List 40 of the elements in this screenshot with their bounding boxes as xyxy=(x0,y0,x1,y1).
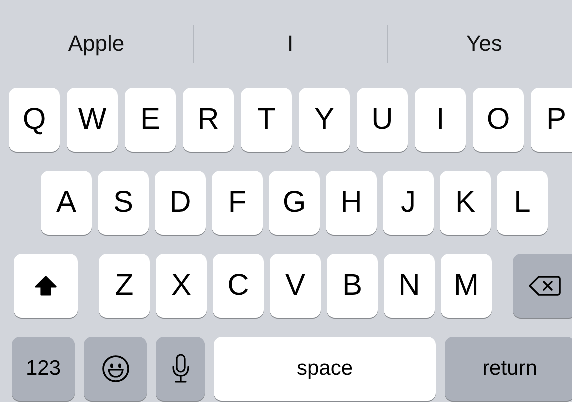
letter-key[interactable]: X xyxy=(156,254,207,318)
space-key[interactable]: space xyxy=(214,337,436,401)
shift-key[interactable] xyxy=(14,254,78,318)
suggestion[interactable]: Apple xyxy=(0,31,193,57)
letter-key[interactable]: K xyxy=(440,171,491,235)
letter-key[interactable]: P xyxy=(531,88,572,152)
backspace-key[interactable] xyxy=(513,254,572,318)
numbers-key[interactable]: 123 xyxy=(12,337,75,401)
letter-key[interactable]: Y xyxy=(299,88,350,152)
return-key[interactable]: return xyxy=(445,337,572,401)
letter-key[interactable]: E xyxy=(125,88,176,152)
emoji-key[interactable] xyxy=(84,337,147,401)
letter-key[interactable]: R xyxy=(183,88,234,152)
letter-key[interactable]: A xyxy=(41,171,92,235)
letter-key[interactable]: W xyxy=(67,88,118,152)
letter-key[interactable]: I xyxy=(415,88,466,152)
letter-key[interactable]: Q xyxy=(9,88,60,152)
letter-key[interactable]: L xyxy=(497,171,548,235)
shift-icon xyxy=(35,275,57,297)
emoji-icon xyxy=(102,355,130,383)
letter-key[interactable]: D xyxy=(155,171,206,235)
letter-key[interactable]: S xyxy=(98,171,149,235)
letter-key[interactable]: Z xyxy=(99,254,150,318)
dictation-key[interactable] xyxy=(156,337,205,401)
letter-key[interactable]: J xyxy=(383,171,434,235)
letter-key[interactable]: V xyxy=(270,254,321,318)
letter-key[interactable]: O xyxy=(473,88,524,152)
letter-key[interactable]: N xyxy=(384,254,435,318)
letter-key[interactable]: U xyxy=(357,88,408,152)
letter-key[interactable]: G xyxy=(269,171,320,235)
letter-key[interactable]: B xyxy=(327,254,378,318)
suggestion[interactable]: I xyxy=(194,31,387,57)
microphone-icon xyxy=(172,354,190,384)
letter-key[interactable]: T xyxy=(241,88,292,152)
letter-key[interactable]: H xyxy=(326,171,377,235)
backspace-icon xyxy=(529,274,561,298)
suggestion[interactable]: Yes xyxy=(388,31,572,57)
letter-key[interactable]: C xyxy=(213,254,264,318)
letter-key[interactable]: F xyxy=(212,171,263,235)
letter-key[interactable]: M xyxy=(441,254,492,318)
